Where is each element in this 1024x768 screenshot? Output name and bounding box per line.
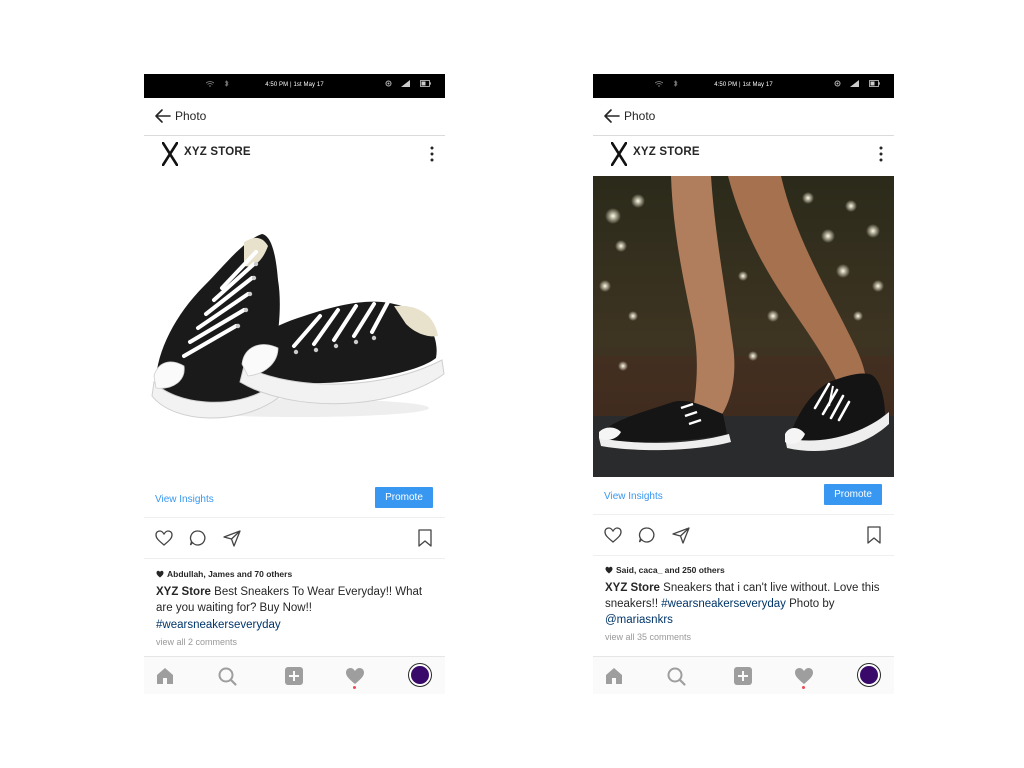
like-heart-icon[interactable]	[154, 528, 174, 548]
phone-screen-product-post: 4:50 PM | 1st May 17 Photo XYZ STORE Vie…	[144, 74, 445, 694]
post-actions	[144, 518, 445, 559]
promote-button[interactable]: Promote	[824, 484, 882, 505]
signal-icon	[850, 80, 860, 87]
post-photo-legs-sneakers[interactable]	[593, 176, 894, 477]
share-paper-plane-icon[interactable]	[671, 525, 691, 545]
likes-summary[interactable]: Abdullah, James and 70 others	[156, 569, 292, 579]
post-photo-sneakers[interactable]	[144, 176, 445, 476]
status-bar: 4:50 PM | 1st May 17	[593, 74, 894, 98]
add-post-icon[interactable]	[732, 665, 754, 687]
view-comments-link[interactable]: view all 2 comments	[156, 637, 237, 647]
comment-icon[interactable]	[188, 528, 208, 548]
signal-icon	[401, 80, 411, 87]
view-insights-link[interactable]: View Insights	[155, 494, 214, 505]
back-arrow-icon[interactable]	[154, 108, 172, 124]
store-name[interactable]: XYZ STORE	[184, 146, 251, 158]
add-post-icon[interactable]	[283, 665, 305, 687]
status-icons-right	[826, 80, 880, 87]
back-arrow-icon[interactable]	[603, 108, 621, 124]
insights-row: View Insights Promote	[593, 484, 894, 515]
share-paper-plane-icon[interactable]	[222, 528, 242, 548]
comment-icon[interactable]	[637, 525, 657, 545]
app-bar: Photo	[144, 98, 445, 136]
home-icon[interactable]	[603, 665, 625, 687]
caption-hashtag-link[interactable]: #wearsneakerseveryday	[661, 598, 786, 610]
page-title: Photo	[624, 109, 656, 123]
activity-heart-icon[interactable]	[344, 665, 366, 687]
post-caption: XYZ Store Sneakers that i can't live wit…	[605, 580, 887, 628]
like-heart-icon[interactable]	[603, 525, 623, 545]
post-caption: XYZ Store Best Sneakers To Wear Everyday…	[156, 584, 438, 616]
page-title: Photo	[175, 109, 207, 123]
insights-row: View Insights Promote	[144, 487, 445, 518]
phone-screen-lifestyle-post: 4:50 PM | 1st May 17 Photo XYZ STORE Vie…	[593, 74, 894, 694]
caption-suffix: Photo by	[789, 598, 835, 610]
home-icon[interactable]	[154, 665, 176, 687]
hashtag-link[interactable]: #wearsneakerseveryday	[156, 619, 281, 631]
location-icon	[834, 80, 841, 87]
notification-dot	[353, 686, 356, 689]
promote-button[interactable]: Promote	[375, 487, 433, 508]
likes-text: Said, caca_ and 250 others	[616, 565, 725, 575]
view-comments-link[interactable]: view all 35 comments	[605, 632, 691, 642]
store-name[interactable]: XYZ STORE	[633, 146, 700, 158]
app-bar: Photo	[593, 98, 894, 136]
more-options-icon[interactable]	[876, 145, 886, 163]
post-header: XYZ STORE	[593, 136, 894, 176]
caption-username[interactable]: XYZ Store	[605, 582, 660, 594]
status-bar: 4:50 PM | 1st May 17	[144, 74, 445, 98]
view-insights-link[interactable]: View Insights	[604, 491, 663, 502]
search-icon[interactable]	[665, 665, 687, 687]
post-actions	[593, 515, 894, 556]
post-header: XYZ STORE	[144, 136, 445, 176]
battery-icon	[869, 80, 880, 87]
battery-icon	[420, 80, 431, 87]
small-heart-icon	[156, 570, 164, 578]
likes-summary[interactable]: Said, caca_ and 250 others	[605, 565, 725, 575]
profile-avatar[interactable]	[858, 664, 880, 686]
bottom-tab-bar	[593, 656, 894, 694]
store-logo-icon[interactable]	[611, 142, 627, 166]
likes-text: Abdullah, James and 70 others	[167, 569, 293, 579]
small-heart-icon	[605, 566, 613, 574]
profile-avatar[interactable]	[409, 664, 431, 686]
status-icons-right	[377, 80, 431, 87]
bookmark-icon[interactable]	[415, 528, 435, 548]
notification-dot	[802, 686, 805, 689]
bottom-tab-bar	[144, 656, 445, 694]
more-options-icon[interactable]	[427, 145, 437, 163]
caption-username[interactable]: XYZ Store	[156, 586, 211, 598]
mention-link[interactable]: @mariasnkrs	[605, 614, 673, 626]
location-icon	[385, 80, 392, 87]
bookmark-icon[interactable]	[864, 525, 884, 545]
search-icon[interactable]	[216, 665, 238, 687]
store-logo-icon[interactable]	[162, 142, 178, 166]
activity-heart-icon[interactable]	[793, 665, 815, 687]
